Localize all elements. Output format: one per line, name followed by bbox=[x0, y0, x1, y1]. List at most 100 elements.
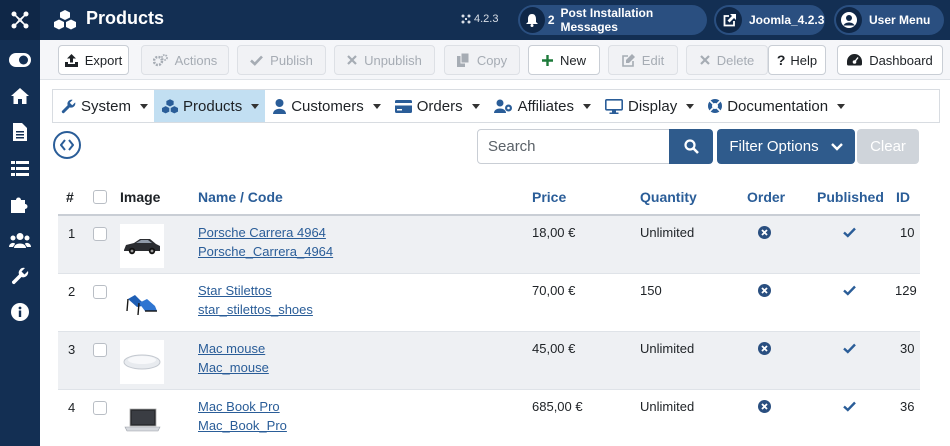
document-icon[interactable] bbox=[0, 114, 40, 150]
product-thumbnail-mouse[interactable] bbox=[120, 340, 164, 384]
col-header-number: # bbox=[66, 189, 74, 205]
table-row: 1 Porsche Carrera 4964 Porsche_Carrera_4… bbox=[58, 216, 920, 274]
product-id: 129 bbox=[895, 283, 917, 298]
menu-system[interactable]: System bbox=[53, 90, 154, 122]
menu-affiliates[interactable]: Affiliates bbox=[486, 90, 597, 122]
order-remove-icon[interactable] bbox=[758, 284, 771, 297]
product-id: 30 bbox=[900, 341, 915, 356]
product-code-link[interactable]: Porsche_Carrera_4964 bbox=[198, 244, 333, 259]
toolbar: Export Actions Publish Unpublish Copy Ne… bbox=[40, 40, 950, 80]
post-installation-messages-button[interactable]: 2 Post Installation Messages bbox=[518, 5, 707, 35]
order-remove-icon[interactable] bbox=[758, 226, 771, 239]
published-check-icon[interactable] bbox=[843, 285, 856, 296]
toggle-sidebar-collapse-button[interactable] bbox=[53, 131, 81, 159]
actions-button[interactable]: Actions bbox=[141, 45, 229, 75]
desktop-icon bbox=[605, 98, 624, 114]
chevron-down-icon bbox=[686, 103, 695, 109]
published-check-icon[interactable] bbox=[843, 401, 856, 412]
edit-button[interactable]: Edit bbox=[608, 45, 678, 75]
joomla-logo-icon[interactable] bbox=[0, 0, 40, 40]
menu-customers[interactable]: Customers bbox=[265, 90, 387, 122]
menu-display[interactable]: Display bbox=[597, 90, 700, 122]
product-name-link[interactable]: Mac mouse bbox=[198, 341, 265, 356]
cubes-icon bbox=[162, 98, 179, 113]
puzzle-icon[interactable] bbox=[0, 186, 40, 222]
export-label: Export bbox=[84, 52, 123, 68]
product-name-link[interactable]: Porsche Carrera 4964 bbox=[198, 225, 326, 240]
notifications-count: 2 bbox=[547, 13, 555, 27]
copy-button[interactable]: Copy bbox=[444, 45, 520, 75]
product-price: 18,00 € bbox=[532, 225, 576, 240]
new-button[interactable]: New bbox=[528, 45, 600, 75]
product-thumbnail-laptop[interactable] bbox=[120, 398, 164, 442]
row-checkbox[interactable] bbox=[93, 285, 107, 299]
chevron-down-icon bbox=[583, 103, 592, 109]
table-row: 2 Star Stilettos star_stilettos_shoes 70… bbox=[58, 274, 920, 332]
clear-label: Clear bbox=[870, 138, 906, 155]
product-quantity: 150 bbox=[640, 283, 662, 298]
delete-button[interactable]: Delete bbox=[686, 45, 768, 75]
export-button[interactable]: Export bbox=[58, 45, 129, 75]
dashboard-button[interactable]: Dashboard bbox=[837, 45, 943, 75]
product-name-link[interactable]: Mac Book Pro bbox=[198, 399, 280, 414]
menu-products-label: Products bbox=[183, 97, 243, 115]
unpublish-button[interactable]: Unpublish bbox=[334, 45, 435, 75]
published-check-icon[interactable] bbox=[843, 343, 856, 354]
filter-options-button[interactable]: Filter Options bbox=[717, 129, 855, 164]
sidebar-toggle-icon[interactable] bbox=[0, 42, 40, 78]
users-cog-icon bbox=[493, 99, 512, 113]
lifebuoy-icon bbox=[708, 99, 723, 113]
list-icon[interactable] bbox=[0, 150, 40, 186]
filter-options-label: Filter Options bbox=[729, 138, 819, 155]
menu-documentation[interactable]: Documentation bbox=[700, 90, 851, 122]
col-header-order[interactable]: Order bbox=[747, 180, 785, 214]
product-thumbnail-shoes[interactable] bbox=[120, 282, 164, 326]
row-checkbox[interactable] bbox=[93, 401, 107, 415]
search-input[interactable] bbox=[477, 129, 670, 164]
chevron-down-icon bbox=[471, 103, 480, 109]
col-header-price[interactable]: Price bbox=[532, 180, 566, 214]
help-button[interactable]: ? Help bbox=[768, 45, 826, 75]
page-title: Products bbox=[86, 8, 165, 28]
product-code-link[interactable]: star_stilettos_shoes bbox=[198, 302, 313, 317]
wrench-icon[interactable] bbox=[0, 258, 40, 294]
users-icon[interactable] bbox=[0, 222, 40, 258]
version-label: 4.2.3 bbox=[461, 13, 498, 25]
menu-orders[interactable]: Orders bbox=[387, 90, 486, 122]
search-button[interactable] bbox=[669, 129, 713, 164]
clear-button[interactable]: Clear bbox=[857, 129, 919, 164]
order-remove-icon[interactable] bbox=[758, 342, 771, 355]
check-icon bbox=[250, 55, 264, 66]
user-avatar-icon bbox=[836, 7, 862, 33]
copy-icon bbox=[456, 53, 470, 67]
col-header-quantity[interactable]: Quantity bbox=[640, 180, 697, 214]
menu-products[interactable]: Products bbox=[154, 90, 266, 122]
product-code-link[interactable]: Mac_Book_Pro bbox=[198, 418, 287, 433]
product-price: 685,00 € bbox=[532, 399, 583, 414]
user-icon bbox=[273, 98, 287, 114]
chevron-down-icon bbox=[251, 103, 260, 109]
row-checkbox[interactable] bbox=[93, 343, 107, 357]
publish-button[interactable]: Publish bbox=[237, 45, 326, 75]
info-icon[interactable] bbox=[0, 294, 40, 330]
select-all-checkbox[interactable] bbox=[93, 190, 107, 204]
row-checkbox[interactable] bbox=[93, 227, 107, 241]
published-check-icon[interactable] bbox=[843, 227, 856, 238]
sidebar bbox=[0, 0, 40, 446]
user-menu-button[interactable]: User Menu bbox=[834, 5, 944, 35]
product-thumbnail-car[interactable] bbox=[120, 224, 164, 268]
product-code-link[interactable]: Mac_mouse bbox=[198, 360, 269, 375]
home-icon[interactable] bbox=[0, 78, 40, 114]
order-remove-icon[interactable] bbox=[758, 400, 771, 413]
col-header-id[interactable]: ID bbox=[896, 180, 910, 214]
col-header-published[interactable]: Published bbox=[817, 180, 884, 214]
visit-site-button[interactable]: Joomla_4.2.3 bbox=[714, 5, 825, 35]
col-header-name-code[interactable]: Name / Code bbox=[198, 180, 283, 214]
user-menu-label: User Menu bbox=[869, 13, 931, 27]
table-row: 3 Mac mouse Mac_mouse 45,00 € Unlimited … bbox=[58, 332, 920, 390]
delete-label: Delete bbox=[716, 52, 755, 68]
dashboard-gauge-icon bbox=[847, 54, 863, 66]
new-label: New bbox=[559, 52, 586, 68]
stiletto-shoes-image bbox=[126, 295, 157, 316]
product-name-link[interactable]: Star Stilettos bbox=[198, 283, 272, 298]
